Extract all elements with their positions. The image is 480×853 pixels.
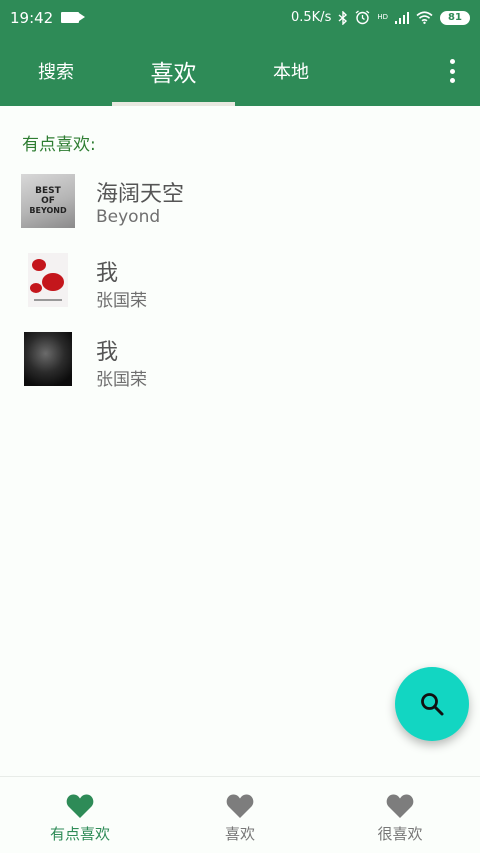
- song-title: 我: [96, 340, 119, 365]
- nav-item-like[interactable]: 喜欢: [160, 777, 320, 853]
- status-bar: 19:42 0.5K/s HD 81: [0, 0, 480, 35]
- network-speed: 0.5K/s: [290, 10, 332, 25]
- heart-icon: [226, 794, 254, 818]
- top-tab-bar: 搜索 喜欢 本地: [0, 35, 480, 106]
- song-title: 我: [96, 261, 119, 286]
- album-cover: [24, 332, 72, 386]
- bluetooth-icon: [338, 10, 348, 25]
- song-item[interactable]: 我 张国荣: [0, 253, 480, 315]
- song-artist: 张国荣: [96, 370, 147, 390]
- tab-indicator: [112, 102, 235, 106]
- song-artist: Beyond: [96, 207, 161, 227]
- tab-like[interactable]: 喜欢: [112, 35, 235, 106]
- song-item[interactable]: 我 张国荣: [0, 332, 480, 394]
- tab-search[interactable]: 搜索: [0, 35, 112, 106]
- battery-icon: 81: [440, 10, 470, 25]
- status-time: 19:42: [10, 8, 54, 27]
- heart-icon: [386, 794, 414, 818]
- search-icon: [421, 693, 444, 716]
- cover-text: OF: [41, 196, 55, 206]
- hd-label: HD: [377, 13, 388, 21]
- song-item[interactable]: BEST OF BEYOND 海阔天空 Beyond: [0, 174, 480, 236]
- wifi-icon: [416, 11, 433, 24]
- nav-label: 喜欢: [224, 825, 255, 843]
- tab-local[interactable]: 本地: [235, 35, 347, 106]
- cover-text: BEYOND: [29, 206, 67, 215]
- nav-label: 很喜欢: [377, 825, 423, 843]
- search-fab-button[interactable]: [395, 667, 469, 741]
- bottom-navigation: 有点喜欢 喜欢 很喜欢: [0, 776, 480, 853]
- alarm-icon: [355, 10, 370, 25]
- nav-label: 有点喜欢: [49, 825, 110, 843]
- nav-item-some-like[interactable]: 有点喜欢: [0, 777, 160, 853]
- status-bar-left: 19:42: [10, 8, 86, 27]
- status-bar-right: 0.5K/s HD 81: [291, 10, 470, 25]
- song-artist: 张国荣: [96, 291, 147, 311]
- overflow-menu-icon[interactable]: [444, 57, 460, 85]
- song-title: 海阔天空: [96, 182, 185, 207]
- heart-icon: [66, 794, 94, 818]
- signal-icon: [395, 11, 409, 24]
- video-camera-icon: [61, 12, 86, 23]
- section-label: 有点喜欢:: [22, 135, 96, 155]
- nav-item-love[interactable]: 很喜欢: [320, 777, 480, 853]
- album-cover: BEST OF BEYOND: [21, 174, 75, 228]
- cover-text: BEST: [35, 186, 61, 196]
- album-cover: [28, 253, 68, 307]
